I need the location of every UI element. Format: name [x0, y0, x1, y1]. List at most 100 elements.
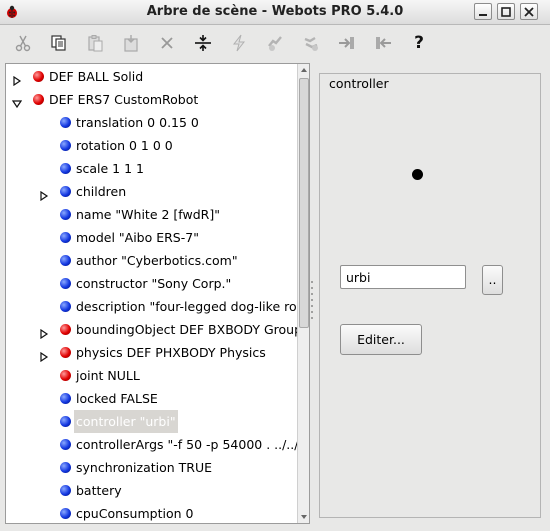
expander-collapsed-icon[interactable]	[39, 324, 49, 340]
expander-expanded-icon[interactable]	[11, 94, 23, 109]
node-blue-icon	[60, 140, 71, 151]
tree-row[interactable]: controllerArgs "-f 50 -p 54000 . ../../d…	[6, 433, 309, 456]
scrollbar-thumb[interactable]	[299, 78, 309, 328]
node-blue-icon	[60, 209, 71, 220]
reset-button[interactable]	[192, 32, 214, 54]
controller-field[interactable]	[340, 265, 466, 289]
paste-icon	[88, 35, 103, 52]
tree-row-label: locked FALSE	[76, 391, 158, 406]
group-title: controller	[327, 76, 391, 91]
move-in-button[interactable]	[336, 32, 358, 54]
tree-row-label: author "Cyberbotics.com"	[76, 253, 238, 268]
tree-row[interactable]: locked FALSE	[6, 387, 296, 410]
node-blue-icon	[60, 278, 71, 289]
tree-row[interactable]: cpuConsumption 0	[6, 502, 296, 523]
export-button[interactable]	[264, 32, 286, 54]
tree-row-label: description "four-legged dog-like robo	[76, 299, 310, 314]
tree-row-label: cpuConsumption 0	[76, 506, 194, 521]
copy-button[interactable]	[48, 32, 70, 54]
copy-icon	[51, 35, 66, 51]
move-out-button[interactable]	[372, 32, 394, 54]
expander-collapsed-icon[interactable]	[39, 186, 49, 202]
title-bar[interactable]: Arbre de scène - Webots PRO 5.4.0	[0, 0, 550, 25]
paste-button[interactable]	[84, 32, 106, 54]
tree-row-label: constructor "Sony Corp."	[76, 276, 232, 291]
flash-button[interactable]	[228, 32, 250, 54]
tree-row[interactable]: translation 0 0.15 0	[6, 111, 296, 134]
tree-row[interactable]: name "White 2 [fwdR]"	[6, 203, 296, 226]
tree-row-label: controller "urbi"	[74, 410, 178, 433]
node-red-icon	[33, 94, 44, 105]
node-blue-icon	[60, 439, 71, 450]
node-blue-icon	[60, 186, 71, 197]
close-button[interactable]	[520, 3, 538, 20]
import-icon	[304, 36, 318, 51]
node-red-icon	[60, 324, 71, 335]
tree-row[interactable]: boundingObject DEF BXBODY Group	[6, 318, 302, 341]
tree-row-label: rotation 0 1 0 0	[76, 138, 173, 153]
tree-row-label: translation 0 0.15 0	[76, 115, 199, 130]
tree-row[interactable]: scale 1 1 1	[6, 157, 296, 180]
status-dot-icon	[412, 169, 423, 180]
node-blue-icon	[60, 301, 71, 312]
controller-group: controller .. Editer...	[319, 73, 541, 518]
tree-row[interactable]: constructor "Sony Corp."	[6, 272, 296, 295]
move-out-icon	[376, 37, 391, 49]
import-button[interactable]	[300, 32, 322, 54]
node-blue-icon	[60, 163, 71, 174]
tree-row[interactable]: battery	[6, 479, 296, 502]
paste-after-button[interactable]	[120, 32, 142, 54]
help-button[interactable]: ?	[408, 32, 430, 54]
tree-row-label: children	[76, 184, 127, 199]
node-blue-icon	[60, 416, 71, 427]
tree-row-label: boundingObject DEF BXBODY Group	[76, 322, 303, 337]
node-blue-icon	[60, 393, 71, 404]
node-red-icon	[33, 71, 44, 82]
reset-icon	[195, 35, 211, 51]
delete-button[interactable]	[156, 32, 178, 54]
tree-row[interactable]: joint NULL	[6, 364, 296, 387]
node-blue-icon	[60, 255, 71, 266]
tree-row-label: joint NULL	[76, 368, 140, 383]
minimize-icon	[479, 14, 487, 16]
expander-collapsed-icon[interactable]	[39, 347, 49, 363]
scroll-up-button[interactable]	[298, 64, 309, 76]
paste-after-icon	[124, 35, 138, 52]
tree-row-label: DEF ERS7 CustomRobot	[49, 92, 199, 107]
cut-button[interactable]	[12, 32, 34, 54]
tree-row-label: controllerArgs "-f 50 -p 54000 . ../../d…	[76, 437, 310, 452]
tree-row[interactable]: model "Aibo ERS-7"	[6, 226, 296, 249]
node-blue-icon	[60, 462, 71, 473]
edit-button[interactable]: Editer...	[340, 324, 422, 355]
grip-icon	[311, 281, 313, 319]
node-blue-icon	[60, 117, 71, 128]
delete-icon	[161, 37, 173, 49]
tree-row[interactable]: rotation 0 1 0 0	[6, 134, 296, 157]
expander-collapsed-icon[interactable]	[12, 71, 22, 87]
scene-tree[interactable]: DEF BALL Solid DEF ERS7 CustomRobot transl…	[5, 63, 310, 524]
tree-row-label: physics DEF PHXBODY Physics	[76, 345, 266, 360]
arrow-up-icon	[301, 68, 307, 72]
tree-row[interactable]: synchronization TRUE	[6, 456, 296, 479]
browse-button[interactable]: ..	[482, 265, 503, 295]
tree-row-selected[interactable]: controller "urbi"	[6, 410, 296, 433]
maximize-icon	[501, 7, 511, 17]
tree-row-label: battery	[76, 483, 122, 498]
maximize-button[interactable]	[497, 3, 515, 20]
tree-row-label: synchronization TRUE	[76, 460, 213, 475]
tree-row[interactable]: physics DEF PHXBODY Physics	[6, 341, 296, 364]
window-title: Arbre de scène - Webots PRO 5.4.0	[146, 4, 404, 19]
tree-row[interactable]: children	[6, 180, 296, 203]
arrow-down-icon	[301, 515, 307, 519]
node-blue-icon	[60, 508, 71, 519]
tree-row[interactable]: DEF ERS7 CustomRobot	[6, 88, 296, 111]
tree-row-label: name "White 2 [fwdR]"	[76, 207, 220, 222]
tree-row[interactable]: DEF BALL Solid	[6, 65, 296, 88]
tree-row[interactable]: author "Cyberbotics.com"	[6, 249, 296, 272]
node-red-icon	[60, 370, 71, 381]
close-icon	[524, 7, 534, 17]
minimize-button[interactable]	[474, 3, 492, 20]
pane-splitter[interactable]	[309, 270, 315, 330]
tree-row[interactable]: description "four-legged dog-like robo	[6, 295, 309, 318]
scroll-down-button[interactable]	[298, 511, 309, 523]
